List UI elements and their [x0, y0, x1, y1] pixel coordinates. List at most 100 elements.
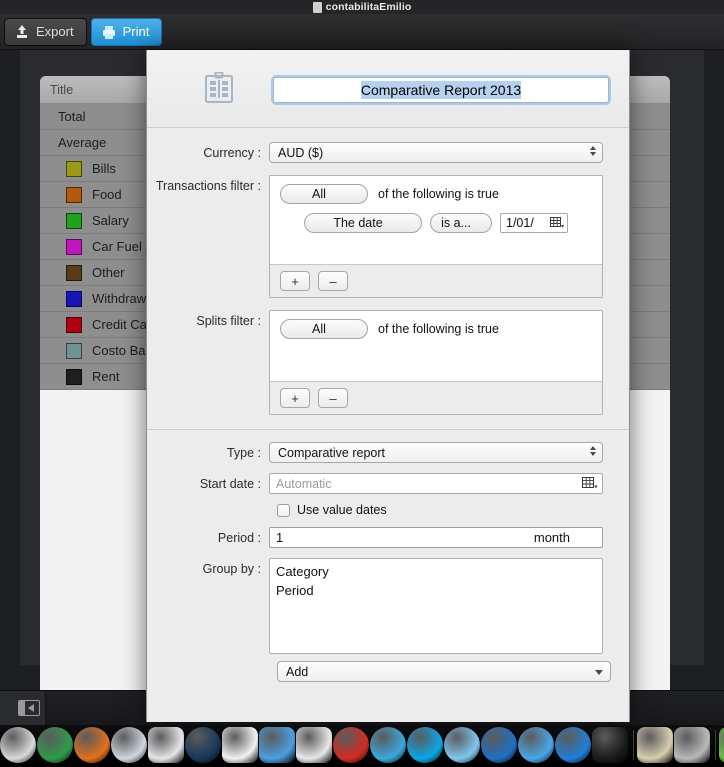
evernote-icon[interactable] [719, 727, 724, 763]
period-value: 1 [276, 530, 284, 545]
period-input[interactable]: 1 month [269, 527, 603, 548]
period-unit: month [533, 530, 570, 545]
document-icon [312, 1, 322, 13]
group-by-label: Group by : [202, 562, 261, 576]
category-color-swatch [66, 160, 82, 177]
category-color-swatch [66, 238, 82, 255]
condition-field-select[interactable]: The date [304, 213, 422, 233]
transactions-match-value: All [312, 187, 326, 201]
dock-separator [629, 727, 637, 763]
period-row: Period : 1 month [147, 527, 629, 548]
sidebar-toggle-arrow-icon [28, 704, 34, 712]
dock-tray [0, 725, 724, 767]
calendar-picker-icon[interactable] [582, 477, 598, 493]
group-by-add-row: Add [277, 661, 629, 682]
report-title-value: Comparative Report 2013 [360, 81, 522, 99]
transactions-match-text: of the following is true [378, 187, 499, 201]
launchpad-icon[interactable] [0, 727, 36, 763]
terminal-icon[interactable] [592, 727, 628, 763]
1password-icon[interactable] [185, 727, 221, 763]
calendar-icon[interactable] [222, 727, 258, 763]
app-store-icon[interactable] [555, 727, 591, 763]
table-cell-label: Salary [92, 213, 129, 228]
type-select[interactable]: Comparative report [269, 442, 603, 463]
itunes-icon[interactable] [518, 727, 554, 763]
trash-icon[interactable] [637, 727, 673, 763]
category-color-swatch [66, 212, 82, 229]
print-button-label: Print [122, 24, 150, 39]
twitter-bird-icon[interactable] [370, 727, 406, 763]
condition-date-input[interactable]: 1/01/ [500, 213, 568, 233]
group-by-list[interactable]: Category Period [269, 558, 603, 654]
table-cell-label: Average [58, 135, 107, 150]
firetask-icon[interactable] [333, 727, 369, 763]
network-globe-icon[interactable] [481, 727, 517, 763]
list-item[interactable]: Period [276, 581, 602, 600]
table-cell-label: Food [92, 187, 122, 202]
sheet-header: Comparative Report 2013 [147, 50, 629, 128]
print-button[interactable]: Print [90, 17, 163, 46]
category-color-swatch [66, 186, 82, 203]
type-value: Comparative report [278, 445, 385, 460]
dock-separator [711, 727, 719, 763]
transactions-match-row: All of the following is true [280, 184, 592, 204]
table-cell-label: Rent [92, 369, 120, 384]
report-title-input[interactable]: Comparative Report 2013 [273, 77, 609, 103]
splits-match-row: All of the following is true [280, 319, 592, 339]
messages-icon[interactable] [444, 727, 480, 763]
category-color-swatch [66, 290, 82, 307]
period-label: Period : [217, 531, 261, 545]
window-title: contabilitaEmilio [325, 1, 412, 13]
table-cell-label: Total [58, 109, 86, 124]
condition-operator-value: is a... [441, 216, 471, 230]
chrome-icon[interactable] [37, 727, 73, 763]
start-date-placeholder: Automatic [276, 476, 332, 491]
table-cell-label: Credit Car [92, 317, 152, 332]
currency-label: Currency : [203, 146, 261, 160]
transactions-filter-box: All of the following is true The date is… [269, 175, 603, 298]
group-by-add-label: Add [286, 664, 309, 679]
group-by-add-select[interactable]: Add [277, 661, 611, 682]
condition-operator-select[interactable]: is a... [430, 213, 492, 233]
list-item[interactable]: Category [276, 562, 602, 581]
start-date-input[interactable]: Automatic [269, 473, 603, 494]
use-value-dates-label: Use value dates [297, 503, 387, 517]
stepper-icon [590, 146, 596, 158]
use-value-dates-row[interactable]: Use value dates [277, 503, 629, 517]
notes-editor-icon[interactable] [259, 727, 295, 763]
window-titlebar: contabilitaEmilio [0, 0, 724, 14]
coffee-app-icon[interactable] [296, 727, 332, 763]
export-button[interactable]: Export [4, 17, 87, 46]
splits-filter-remove-button[interactable]: – [318, 388, 348, 408]
transactions-filter-add-button[interactable]: + [280, 271, 310, 291]
splits-match-select[interactable]: All [280, 319, 368, 339]
splits-match-value: All [312, 322, 326, 336]
export-button-label: Export [36, 24, 74, 39]
transactions-filter-row: Transactions filter : All of the followi… [147, 175, 629, 298]
start-date-row: Start date : Automatic [147, 473, 629, 494]
currency-value: AUD ($) [278, 145, 324, 160]
table-cell-label: Other [92, 265, 125, 280]
calendar-picker-icon[interactable] [550, 217, 564, 230]
category-color-swatch [66, 264, 82, 281]
transactions-filter-body: All of the following is true The date is… [270, 176, 602, 264]
currency-row: Currency : AUD ($) [147, 142, 629, 163]
splits-filter-body: All of the following is true [270, 311, 602, 381]
splits-filter-add-button[interactable]: + [280, 388, 310, 408]
add-label: + [291, 273, 299, 289]
macos-dock [0, 725, 724, 767]
splits-filter-row: Splits filter : All of the following is … [147, 310, 629, 415]
condition-field-value: The date [333, 216, 383, 230]
printer-icon [101, 24, 117, 40]
currency-select[interactable]: AUD ($) [269, 142, 603, 163]
firefox-icon[interactable] [74, 727, 110, 763]
skype-icon[interactable] [407, 727, 443, 763]
transactions-filter-remove-button[interactable]: – [318, 271, 348, 291]
preview-icon[interactable] [148, 727, 184, 763]
chevron-down-icon [595, 670, 603, 675]
transactions-match-select[interactable]: All [280, 184, 368, 204]
sidebar-toggle-button[interactable] [0, 691, 46, 725]
system-prefs-icon[interactable] [674, 727, 710, 763]
use-value-dates-checkbox[interactable] [277, 503, 290, 517]
safari-icon[interactable] [111, 727, 147, 763]
